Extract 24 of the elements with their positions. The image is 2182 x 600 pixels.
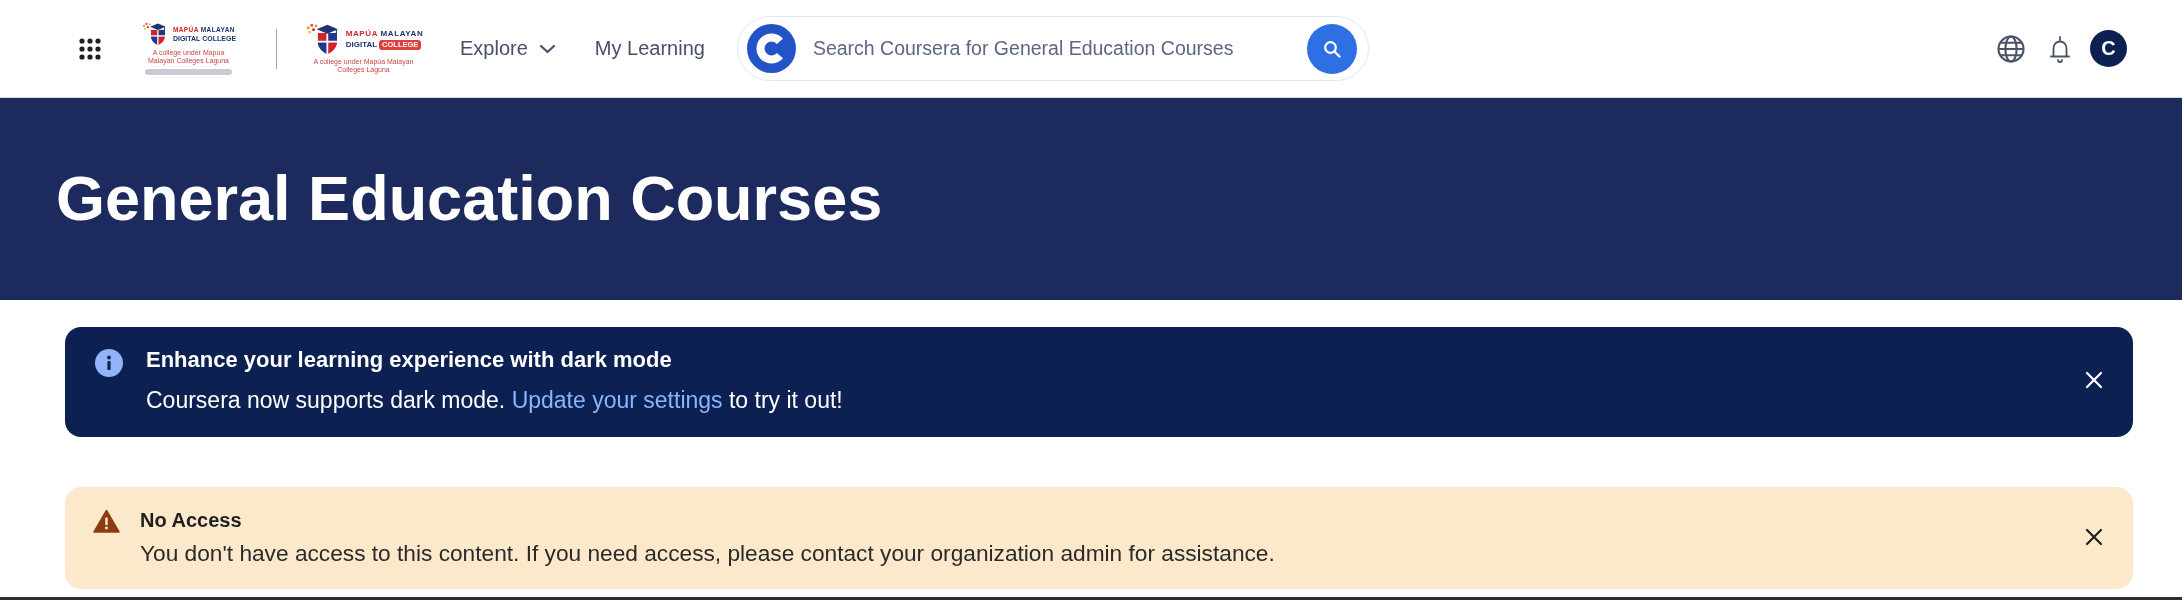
warning-icon [93,509,120,533]
search-input[interactable]: Search Coursera for General Education Courses [812,37,1307,60]
nav-link[interactable]: My Learning [594,37,705,60]
banner-message: You don't have access to this content. If you need access, please contact your organization admin for assistance. [140,540,1276,566]
close-icon[interactable] [2085,527,2103,546]
avatar[interactable]: C [2090,30,2127,67]
settings-link[interactable]: Update your settings [511,387,723,413]
crest-icon [140,22,167,46]
chevron-down-icon [538,43,556,54]
banner-message: Coursera now supports dark mode. Update your settings to try it out! [146,386,844,415]
search-icon [1322,39,1341,58]
banner-title: No Access [140,508,243,533]
search-button[interactable] [1306,23,1357,74]
info-icon [95,349,123,377]
logo-title: MAPÚA MALAYAN [345,28,424,39]
search-bar[interactable]: Search Coursera for General Education Courses [736,16,1369,81]
bell-icon[interactable] [2048,33,2072,64]
page-title: General Education Courses [56,162,883,236]
nav-menu-button[interactable]: Explore [460,37,556,60]
apps-grid-icon[interactable] [79,37,101,60]
ring-logo-icon [746,24,796,73]
banner-title: Enhance your learning experience with dark mode [146,346,673,374]
logo-subtitle: DIGITAL [345,39,378,50]
globe-icon[interactable] [1996,33,2026,64]
